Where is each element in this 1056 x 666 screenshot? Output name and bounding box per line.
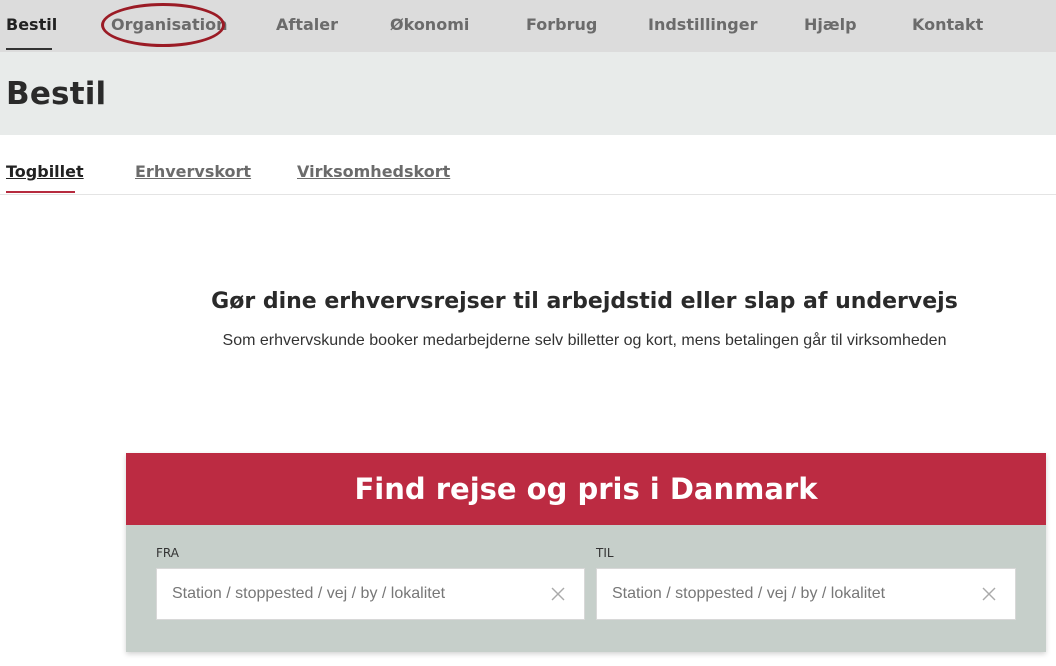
tab-virksomhedskort[interactable]: Virksomhedskort: [297, 162, 450, 181]
nav-item-okonomi[interactable]: Økonomi: [390, 0, 469, 52]
nav-item-kontakt[interactable]: Kontakt: [912, 0, 983, 52]
journey-search-form: FRA TIL: [126, 525, 1046, 652]
nav-item-forbrug[interactable]: Forbrug: [526, 0, 597, 52]
nav-item-aftaler[interactable]: Aftaler: [276, 0, 338, 52]
to-input[interactable]: [597, 569, 1015, 619]
product-tabs: Togbillet Erhvervskort Virksomhedskort: [0, 135, 1056, 195]
journey-search-title: Find rejse og pris i Danmark: [126, 453, 1046, 525]
intro-heading: Gør dine erhvervsrejser til arbejdstid e…: [211, 289, 958, 314]
journey-search-panel: Find rejse og pris i Danmark FRA TIL: [126, 453, 1046, 652]
from-label: FRA: [156, 546, 179, 560]
nav-item-organisation[interactable]: Organisation: [111, 0, 227, 52]
page-header: Bestil: [0, 52, 1056, 135]
page-title: Bestil: [6, 76, 107, 112]
to-label: TIL: [596, 546, 614, 560]
from-field: [156, 568, 585, 620]
intro-subtitle: Som erhvervskunde booker medarbejderne s…: [222, 332, 947, 349]
nav-item-hjaelp[interactable]: Hjælp: [804, 0, 857, 52]
top-navigation: Bestil Organisation Aftaler Økonomi Forb…: [0, 0, 1056, 52]
close-icon[interactable]: [981, 586, 997, 602]
nav-item-indstillinger[interactable]: Indstillinger: [648, 0, 758, 52]
tab-togbillet[interactable]: Togbillet: [6, 162, 84, 181]
active-tab-indicator: [6, 191, 75, 193]
nav-item-bestil[interactable]: Bestil: [6, 0, 57, 52]
close-icon[interactable]: [550, 586, 566, 602]
tab-erhvervskort[interactable]: Erhvervskort: [135, 162, 251, 181]
to-field: [596, 568, 1016, 620]
active-nav-indicator: [6, 48, 52, 50]
from-input[interactable]: [157, 569, 584, 619]
